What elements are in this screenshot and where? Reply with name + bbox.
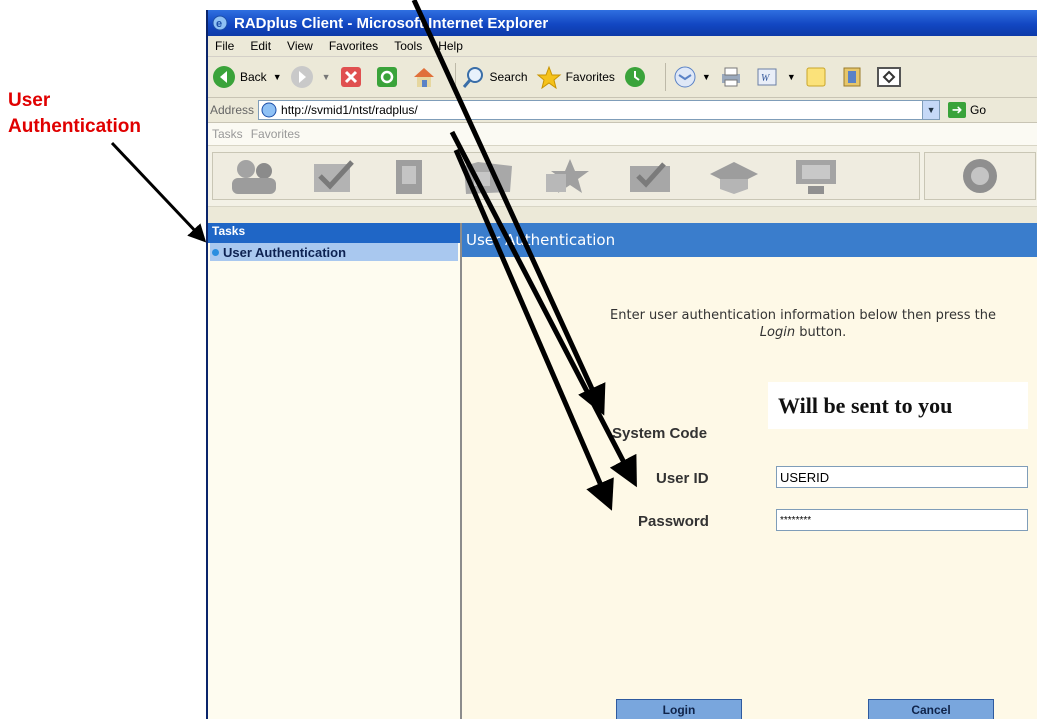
star-module-icon[interactable] [542, 156, 598, 196]
messenger-button[interactable] [876, 65, 906, 89]
back-dropdown-icon[interactable]: ▼ [273, 72, 282, 82]
address-url: http://svmid1/ntst/radplus/ [281, 103, 418, 117]
menu-favorites[interactable]: Favorites [322, 39, 387, 53]
ie-icon: e [212, 15, 228, 31]
research-icon [843, 67, 861, 87]
arrow-to-tasks-sidebar [110, 141, 207, 243]
print-icon [721, 67, 740, 87]
home-icon [413, 68, 434, 87]
history-button[interactable] [623, 65, 651, 89]
user-id-input[interactable]: USERID [776, 466, 1028, 488]
module-icon-group [212, 152, 920, 200]
stop-icon [340, 67, 361, 87]
system-code-label: System Code [612, 425, 708, 442]
annotation-label-line2: Authentication [8, 116, 141, 137]
forward-button[interactable]: ▼ [290, 65, 331, 89]
print-button[interactable] [719, 65, 747, 89]
graduation-cap-module-icon[interactable] [706, 156, 762, 196]
mail-icon [674, 66, 696, 88]
back-arrow-icon [213, 66, 235, 88]
users-module-icon[interactable] [226, 156, 282, 196]
address-input[interactable]: http://svmid1/ntst/radplus/ ▼ [258, 100, 941, 120]
tasks-sidebar: Tasks User Authentication [208, 223, 462, 719]
clipboard-module-icon[interactable] [384, 156, 434, 196]
annotation-label-line1: User [8, 90, 51, 111]
app-menu-favorites[interactable]: Favorites [251, 127, 300, 141]
window-title: RADplus Client - Microsoft Internet Expl… [234, 14, 549, 32]
back-label: Back [240, 70, 267, 84]
main-panel: User Authentication Enter user authentic… [462, 223, 1037, 719]
menu-bar: File Edit View Favorites Tools Help [208, 36, 1037, 57]
title-bar: e RADplus Client - Microsoft Internet Ex… [208, 10, 1037, 36]
help-icon-group [924, 152, 1036, 200]
favorites-label: Favorites [565, 70, 615, 84]
browser-window: e RADplus Client - Microsoft Internet Ex… [206, 10, 1037, 719]
refresh-icon [376, 67, 397, 87]
annotation-label: User Authentication [8, 88, 208, 140]
sidebar-header: Tasks [208, 223, 460, 243]
research-button[interactable] [840, 65, 868, 89]
forward-arrow-icon [290, 66, 313, 88]
favorites-button[interactable]: Favorites [536, 65, 615, 89]
address-bar: Address http://svmid1/ntst/radplus/ ▼ ➜ … [208, 98, 1037, 123]
go-arrow-icon: ➜ [948, 102, 967, 118]
instruction-post: button. [795, 325, 847, 340]
sidebar-item-label: User Authentication [223, 244, 347, 260]
page-title: User Authentication [462, 223, 1037, 257]
home-button[interactable] [411, 65, 441, 89]
word-icon: W [757, 68, 777, 86]
go-button[interactable]: ➜ Go [948, 102, 986, 118]
mail-button[interactable]: ▼ [672, 65, 711, 89]
password-input[interactable]: ******** [776, 509, 1028, 531]
app-icon-bar [208, 146, 1037, 207]
app-menu-bar: Tasks Favorites [208, 123, 1037, 146]
menu-help[interactable]: Help [431, 39, 472, 53]
cancel-button[interactable]: Cancel [868, 699, 994, 719]
search-icon [462, 67, 483, 88]
note-icon [806, 67, 826, 87]
toolbar: Back ▼ ▼ Search Favorites ▼ W ▼ [208, 57, 1037, 98]
menu-file[interactable]: File [208, 39, 243, 53]
page-icon [261, 102, 277, 118]
password-label: Password [638, 513, 709, 530]
star-icon [536, 65, 561, 89]
history-icon [624, 67, 645, 87]
edit-button[interactable]: W ▼ [755, 65, 796, 89]
app-menu-tasks[interactable]: Tasks [212, 127, 243, 141]
user-id-label: User ID [656, 470, 709, 487]
check-folder-module-icon[interactable] [624, 156, 680, 196]
instruction-login-word: Login [759, 325, 796, 340]
back-button[interactable]: Back ▼ [212, 65, 282, 89]
sidebar-item-user-authentication[interactable]: User Authentication [210, 243, 458, 261]
menu-edit[interactable]: Edit [243, 39, 280, 53]
menu-tools[interactable]: Tools [387, 39, 431, 53]
folder-module-icon[interactable] [460, 156, 516, 196]
address-dropdown-icon[interactable]: ▼ [922, 101, 940, 119]
system-code-field[interactable]: Will be sent to you [768, 382, 1028, 429]
refresh-button[interactable] [375, 65, 403, 89]
address-label: Address [210, 103, 255, 117]
menu-view[interactable]: View [280, 39, 322, 53]
bullet-icon [212, 248, 219, 256]
computer-module-icon[interactable] [788, 156, 844, 196]
window-icon [876, 67, 901, 87]
notes-button[interactable] [804, 65, 832, 89]
stop-button[interactable] [339, 65, 367, 89]
svg-text:e: e [216, 18, 222, 30]
search-label: Search [489, 70, 528, 84]
go-label: Go [970, 103, 987, 117]
search-button[interactable]: Search [462, 65, 528, 89]
checkmark-module-icon[interactable] [308, 156, 358, 196]
instruction-text: Enter user authentication information be… [596, 307, 1010, 341]
help-module-icon[interactable] [955, 156, 1005, 196]
instruction-pre: Enter user authentication information be… [610, 308, 996, 323]
login-button[interactable]: Login [616, 699, 742, 719]
